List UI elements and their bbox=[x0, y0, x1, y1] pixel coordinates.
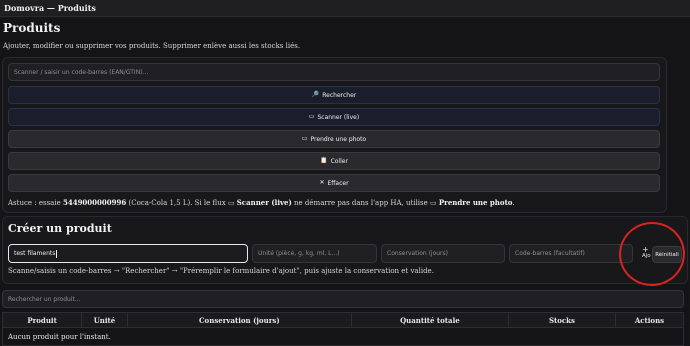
unit-input[interactable]: Unité (pièce, g, kg, ml, L...) bbox=[252, 244, 377, 263]
products-table: Produit Unité Conservation (jours) Quant… bbox=[1, 312, 685, 346]
paste-button-label: Coller bbox=[330, 157, 348, 165]
tip-prefix: Astuce : essaie bbox=[8, 199, 63, 207]
search-button[interactable]: 🔎 Rechercher bbox=[8, 86, 660, 104]
close-icon: ✕ bbox=[319, 179, 325, 186]
take-photo-button[interactable]: ▭ Prendre une photo bbox=[8, 130, 660, 148]
window-title: Domovra — Produits bbox=[4, 3, 96, 13]
tip-middle2: ne démarre pas dans l'app HA, utilise bbox=[291, 199, 431, 207]
tip-scan-live: Scanner (live) bbox=[236, 198, 292, 207]
column-header-actions: Actions bbox=[614, 312, 685, 328]
clear-button[interactable]: ✕ Effacer bbox=[8, 174, 660, 192]
barcode-icon: ▭ bbox=[308, 113, 315, 120]
product-name-value: test filaments bbox=[14, 250, 56, 257]
tip-middle: (Coca-Cola 1,5 L). Si le flux bbox=[126, 199, 228, 207]
product-search-input[interactable]: Rechercher un produit... bbox=[2, 290, 684, 308]
table-header-row: Produit Unité Conservation (jours) Quant… bbox=[1, 312, 685, 328]
search-button-label: Rechercher bbox=[322, 91, 357, 99]
camera-icon: ▭ bbox=[301, 135, 308, 142]
text-caret bbox=[56, 249, 58, 258]
barcode-search-input[interactable]: Scanner / saisir un code-barres (EAN/GTI… bbox=[8, 63, 660, 81]
scanner-tip: Astuce : essaie 5449000000996 (Coca-Cola… bbox=[8, 198, 515, 207]
page-title: Produits bbox=[3, 21, 61, 35]
top-bar: Domovra — Produits bbox=[0, 0, 690, 17]
column-header-stocks[interactable]: Stocks bbox=[507, 312, 616, 328]
empty-table-message: Aucun produit pour l'instant. bbox=[2, 327, 684, 346]
column-header-conservation[interactable]: Conservation (jours) bbox=[126, 312, 352, 328]
scan-live-button[interactable]: ▭ Scanner (live) bbox=[8, 108, 660, 126]
paste-button[interactable]: 📋 Coller bbox=[8, 152, 660, 170]
product-name-input[interactable]: test filaments bbox=[8, 244, 248, 263]
tip-example-code: 5449000000996 bbox=[62, 198, 127, 207]
take-photo-button-label: Prendre une photo bbox=[310, 135, 367, 143]
scan-live-button-label: Scanner (live) bbox=[317, 113, 360, 121]
magnifier-icon: 🔎 bbox=[311, 91, 320, 98]
tip-take-photo: Prendre une photo bbox=[438, 198, 513, 207]
column-header-total-quantity[interactable]: Quantité totale bbox=[350, 312, 509, 328]
conservation-days-input[interactable]: Conservation (jours) bbox=[381, 244, 505, 263]
tip-suffix: . bbox=[512, 199, 515, 207]
clipboard-icon: 📋 bbox=[320, 157, 328, 164]
column-header-unit[interactable]: Unité bbox=[81, 312, 128, 328]
table-row: Aucun produit pour l'instant. bbox=[2, 327, 684, 346]
page-description: Ajouter, modifier ou supprimer vos produ… bbox=[3, 42, 301, 50]
barcode-icon: ▭ bbox=[227, 199, 235, 207]
clear-button-label: Effacer bbox=[327, 179, 349, 187]
create-product-title: Créer un produit bbox=[8, 222, 112, 235]
column-header-product[interactable]: Produit bbox=[1, 312, 83, 328]
barcode-input[interactable]: Code-barres (facultatif) bbox=[509, 244, 633, 263]
create-help-text: Scanne/saisis un code-barres → "Recherch… bbox=[8, 267, 434, 275]
camera-icon: ▭ bbox=[430, 199, 437, 207]
